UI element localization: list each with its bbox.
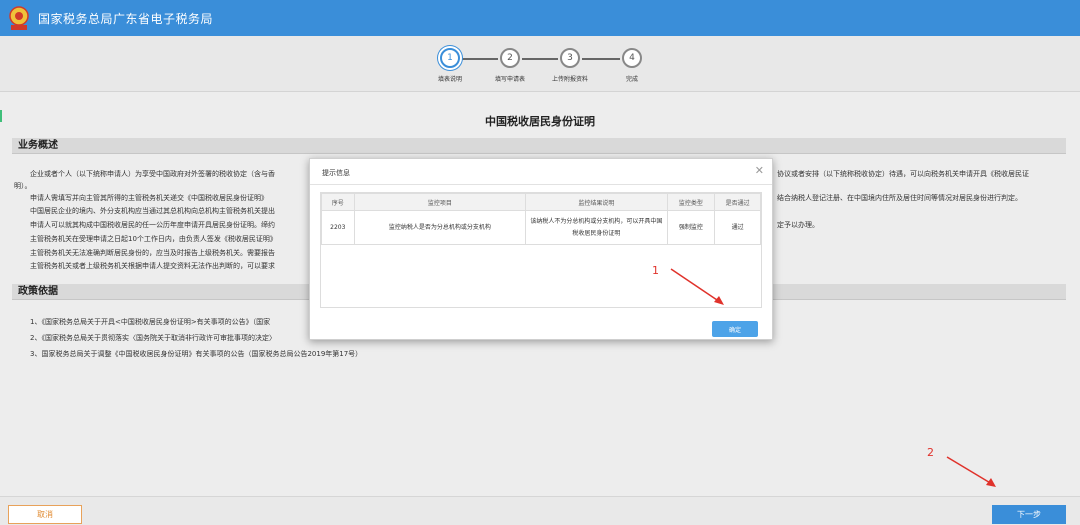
cancel-button[interactable]: 取消 [8, 505, 82, 524]
step-number: 2 [500, 48, 520, 68]
cell-type: 强制监控 [666, 210, 716, 245]
overview-line-right: 定予以办理。 [777, 221, 819, 229]
step-label: 填写申请表 [494, 76, 525, 83]
step-number: 4 [622, 48, 642, 68]
annotation-number: 2 [927, 446, 934, 459]
step-number: 3 [560, 48, 580, 68]
step-label: 上传附报资料 [551, 76, 588, 83]
footer-bar: 取消 下一步 [0, 496, 1080, 525]
col-header: 监控结果说明 [525, 193, 668, 211]
step-progress: 1 填表说明 2 填写申请表 3 上传附报资料 4 完成 [0, 36, 1080, 92]
policy-line[interactable]: 1、《国家税务总局关于开具<中国税收居民身份证明>有关事项的公告》（国家 [30, 317, 270, 327]
cell-pass: 通过 [714, 210, 761, 245]
section-overview-header: 业务概述 [12, 138, 1066, 154]
overview-line: 主管税务机关或者上级税务机关根据申请人提交资料无法作出判断的，可以要求 [30, 262, 275, 270]
step-1: 1 填表说明 [420, 48, 480, 83]
annotation-arrow-icon [670, 268, 724, 305]
step-4: 4 完成 [602, 48, 662, 83]
col-header: 监控类型 [666, 193, 716, 211]
app-title: 国家税务总局广东省电子税务局 [38, 11, 214, 26]
page-title: 中国税收居民身份证明 [485, 115, 595, 128]
dialog-title: 提示信息 [322, 169, 350, 177]
confirm-button[interactable]: 确定 [712, 321, 758, 337]
cell-id: 2203 [321, 210, 355, 245]
col-header: 序号 [321, 193, 355, 211]
tax-bureau-emblem-icon [6, 5, 32, 31]
annotation-arrow-icon [946, 456, 996, 487]
app-header: 国家税务总局广东省电子税务局 [0, 0, 1080, 36]
overview-line-right: 协议或者安排（以下统称税收协定）待遇，可以向税务机关申请开具《税收居民证 [777, 170, 1029, 178]
next-step-button[interactable]: 下一步 [992, 505, 1066, 524]
overview-line: 主管税务机关在受理申请之日起10个工作日内，由负责人签发《税收居民证明》 [30, 235, 277, 243]
table-header-row: 序号 监控项目 监控结果说明 监控类型 是否通过 [321, 193, 761, 211]
cell-result: 该纳税人不为分总机构或分支机构，可以开具中国税收居民身份证明 [525, 210, 668, 245]
step-label: 填表说明 [437, 76, 462, 83]
step-3: 3 上传附报资料 [540, 48, 600, 83]
overview-line-right: 结合纳税人登记注册、在中国境内住所及居住时间等情况对居民身份进行判定。 [777, 194, 1022, 202]
col-header: 监控项目 [353, 193, 527, 211]
monitor-table: 序号 监控项目 监控结果说明 监控类型 是否通过 2203 监控纳税人是否为分总… [321, 193, 761, 245]
overview-line: 申请人需填写并向主管其所得的主管税务机关递交《中国税收居民身份证明》 [30, 194, 268, 202]
policy-line[interactable]: 2、《国家税务总局关于贯彻落实〈国务院关于取消非行政许可审批事项的决定〉 [30, 333, 276, 343]
col-header: 是否通过 [714, 193, 761, 211]
step-label: 完成 [625, 76, 638, 83]
policy-line[interactable]: 3、国家税务总局关于调整《中国税收居民身份证明》有关事项的公告（国家税务总局公告… [30, 349, 362, 359]
overview-line: 申请人可以就其构成中国税收居民的任一公历年度申请开具居民身份证明。缔约 [30, 221, 275, 229]
close-icon[interactable]: ✕ [755, 164, 764, 177]
overview-line: 明）。 [14, 182, 32, 190]
step-number: 1 [440, 48, 460, 68]
prompt-dialog: 提示信息 ✕ 序号 监控项目 监控结果说明 监控类型 是否通过 2203 监控纳… [309, 158, 773, 340]
overview-line: 企业或者个人（以下统称申请人）为享受中国政府对外签署的税收协定（含与香 [30, 170, 275, 178]
overview-line: 中国居民企业的境内、外分支机构应当通过其总机构向总机构主管税务机关提出 [30, 207, 275, 215]
cell-item: 监控纳税人是否为分总机构或分支机构 [353, 210, 527, 245]
overview-line: 主管税务机关无法准确判断居民身份的，应当及时报告上级税务机关。需要报告 [30, 249, 275, 257]
step-2: 2 填写申请表 [480, 48, 540, 83]
table-row: 2203 监控纳税人是否为分总机构或分支机构 该纳税人不为分总机构或分支机构，可… [321, 210, 761, 245]
dialog-divider [310, 184, 772, 185]
annotation-number: 1 [652, 264, 659, 277]
